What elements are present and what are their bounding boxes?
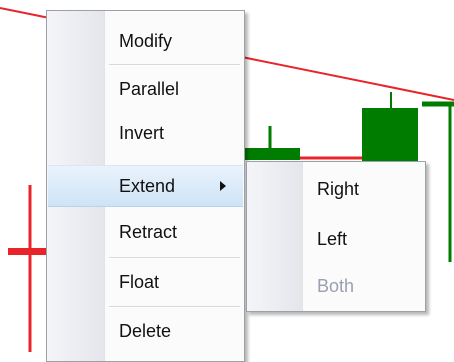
submenu-item-label: Left	[317, 229, 348, 249]
menu-item-label: Modify	[119, 31, 173, 51]
extend-submenu: Right Left Both	[246, 161, 426, 312]
submenu-item-both[interactable]: Both	[247, 264, 425, 308]
green-candle-body	[362, 108, 418, 164]
menu-item-modify[interactable]: Modify	[47, 19, 244, 63]
menu-item-label: Invert	[119, 123, 165, 143]
green-candle-body	[240, 148, 300, 160]
menu-item-parallel[interactable]: Parallel	[47, 67, 244, 111]
submenu-item-left[interactable]: Left	[247, 217, 425, 261]
submenu-item-right[interactable]: Right	[247, 167, 425, 211]
menu-item-float[interactable]: Float	[47, 260, 244, 304]
menu-item-retract[interactable]: Retract	[47, 210, 244, 254]
red-candle-body	[8, 248, 48, 255]
menu-item-label: Parallel	[119, 79, 180, 99]
menu-item-label: Extend	[119, 176, 176, 196]
context-menu: Modify Parallel Invert Extend Retract Fl…	[46, 10, 245, 362]
menu-item-label: Retract	[119, 222, 178, 242]
menu-item-label: Delete	[119, 321, 172, 341]
menu-item-delete[interactable]: Delete	[47, 309, 244, 353]
menu-item-invert[interactable]: Invert	[47, 111, 244, 155]
submenu-item-label: Both	[317, 276, 355, 296]
menu-item-extend[interactable]: Extend	[48, 165, 243, 207]
submenu-arrow-icon	[220, 181, 226, 191]
menu-item-label: Float	[119, 272, 160, 292]
submenu-item-label: Right	[317, 179, 360, 199]
